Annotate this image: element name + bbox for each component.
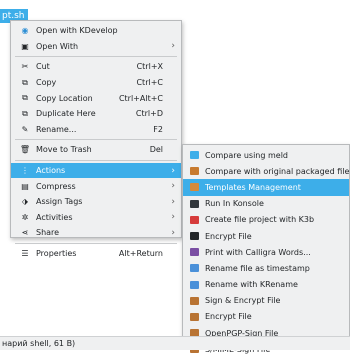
submenu-arrow-icon: › xyxy=(171,165,175,176)
menu-item-actions[interactable]: ⋮ Actions › xyxy=(11,162,181,179)
menu-item-copy-location[interactable]: ⧉ Copy Location Ctrl+Alt+C xyxy=(11,90,181,106)
submenu-item-label: Compare with original packaged file xyxy=(205,166,349,176)
krename-icon xyxy=(189,280,199,290)
submenu-item-encrypt-file[interactable]: Encrypt File xyxy=(183,228,349,244)
copy-icon: ⧉ xyxy=(22,77,28,87)
submenu-item-label: Print with Calligra Words... xyxy=(205,247,311,257)
duplicate-icon: ⧉ xyxy=(22,108,28,118)
menu-item-label: Share xyxy=(36,228,60,238)
submenu-item-label: Create file project with K3b xyxy=(205,215,315,225)
menu-item-label: Compress xyxy=(36,181,76,191)
open-with-icon: ▣ xyxy=(21,41,29,51)
menu-item-move-to-trash[interactable]: 🗑 Move to Trash Del xyxy=(11,142,181,158)
scissors-icon: ✂ xyxy=(21,62,29,72)
menu-separator xyxy=(15,159,177,161)
menu-item-shortcut: Del xyxy=(149,145,163,155)
menu-item-label: Open With xyxy=(36,41,79,51)
menu-item-label: Rename... xyxy=(36,124,77,134)
k3b-icon xyxy=(189,215,199,225)
menu-item-rename[interactable]: ✎ Rename... F2 xyxy=(11,122,181,138)
menu-item-label: Copy Location xyxy=(36,93,93,103)
menu-item-shortcut: Ctrl+C xyxy=(136,78,163,88)
menu-item-label: Duplicate Here xyxy=(36,109,96,119)
submenu-item-label: Rename file as timestamp xyxy=(205,263,310,273)
lock-icon xyxy=(189,231,199,241)
submenu-item-label: Sign & Encrypt File xyxy=(205,296,281,306)
status-text: нарий shell, 61 B) xyxy=(2,339,76,348)
menu-item-label: Assign Tags xyxy=(36,197,83,207)
submenu-item-rename-file-as-timestamp[interactable]: Rename file as timestamp xyxy=(183,260,349,276)
menu-item-label: Move to Trash xyxy=(36,145,92,155)
submenu-arrow-icon: › xyxy=(171,212,175,223)
activities-icon: ✲ xyxy=(21,212,29,222)
menu-item-label: Properties xyxy=(36,249,77,259)
menu-separator xyxy=(15,242,177,244)
menu-item-cut[interactable]: ✂ Cut Ctrl+X xyxy=(11,59,181,75)
submenu-arrow-icon: › xyxy=(171,196,175,207)
submenu-item-label: Rename with KRename xyxy=(205,280,298,290)
submenu-item-label: Templates Management xyxy=(205,182,301,192)
rename-icon: ✎ xyxy=(21,124,29,134)
compress-icon: ▤ xyxy=(21,181,29,191)
calligra-icon xyxy=(189,247,199,257)
submenu-item-label: Encrypt File xyxy=(205,231,252,241)
submenu-item-label: Compare using meld xyxy=(205,150,288,160)
menu-item-shortcut: Alt+Return xyxy=(118,249,163,259)
menu-item-shortcut: F2 xyxy=(153,124,163,134)
menu-separator xyxy=(15,56,177,58)
meld-icon xyxy=(189,150,199,160)
submenu-item-encrypt-file[interactable]: Encrypt File xyxy=(183,309,349,325)
package-compare-icon xyxy=(189,166,199,176)
menu-item-compress[interactable]: ▤ Compress › xyxy=(11,178,181,194)
sign-encrypt-icon xyxy=(189,296,199,306)
menu-item-label: Open with KDevelop xyxy=(36,26,118,36)
actions-icon: ⋮ xyxy=(21,166,29,176)
menu-item-open-with[interactable]: ▣ Open With › xyxy=(11,39,181,55)
submenu-item-create-file-project-with-k3b[interactable]: Create file project with K3b xyxy=(183,212,349,228)
properties-icon: ☰ xyxy=(21,249,29,259)
submenu-item-print-with-calligra-words[interactable]: Print with Calligra Words... xyxy=(183,244,349,260)
share-icon: ⋖ xyxy=(21,228,29,238)
menu-item-copy[interactable]: ⧉ Copy Ctrl+C xyxy=(11,75,181,91)
timestamp-icon xyxy=(189,263,199,273)
submenu-item-label: Run In Konsole xyxy=(205,199,264,209)
menu-item-label: Actions xyxy=(36,166,66,176)
context-menu: ◉ Open with KDevelop ▣ Open With › ✂ Cut Ctrl+X… xyxy=(10,20,182,258)
trash-icon: 🗑 xyxy=(19,145,31,155)
menu-item-label: Copy xyxy=(36,78,57,88)
copy-location-icon: ⧉ xyxy=(22,93,28,103)
menu-item-properties[interactable]: ☰ Properties Alt+Return xyxy=(11,246,181,262)
menu-item-share[interactable]: ⋖ Share › xyxy=(11,225,181,241)
submenu-item-compare-with-original-packaged-file[interactable]: Compare with original packaged file xyxy=(183,163,349,179)
menu-item-shortcut: Ctrl+D xyxy=(135,109,163,119)
submenu-item-sign-encrypt-file[interactable]: Sign & Encrypt File xyxy=(183,293,349,309)
konsole-icon xyxy=(189,199,199,209)
submenu-arrow-icon: › xyxy=(171,41,175,52)
submenu-arrow-icon: › xyxy=(171,181,175,192)
submenu-item-run-in-konsole[interactable]: Run In Konsole xyxy=(183,196,349,212)
menu-item-activities[interactable]: ✲ Activities › xyxy=(11,210,181,226)
submenu-item-label: Encrypt File xyxy=(205,312,252,322)
templates-icon xyxy=(189,182,199,192)
menu-separator xyxy=(15,139,177,141)
kdevelop-icon: ◉ xyxy=(21,26,29,36)
menu-item-duplicate-here[interactable]: ⧉ Duplicate Here Ctrl+D xyxy=(11,106,181,122)
actions-submenu: Compare using meld Compare with original … xyxy=(182,144,350,354)
submenu-item-rename-with-krename[interactable]: Rename with KRename xyxy=(183,277,349,293)
menu-item-shortcut: Ctrl+Alt+C xyxy=(118,93,163,103)
encrypt-icon xyxy=(189,312,199,322)
tag-icon: ⬗ xyxy=(21,197,29,207)
menu-item-label: Cut xyxy=(36,62,50,72)
status-bar: нарий shell, 61 B) xyxy=(0,336,350,350)
menu-item-shortcut: Ctrl+X xyxy=(136,62,163,72)
submenu-arrow-icon: › xyxy=(171,227,175,238)
menu-item-open-with-kdevelop[interactable]: ◉ Open with KDevelop xyxy=(11,23,181,39)
submenu-item-compare-using-meld[interactable]: Compare using meld xyxy=(183,147,349,163)
menu-item-assign-tags[interactable]: ⬗ Assign Tags › xyxy=(11,194,181,210)
submenu-item-templates-management[interactable]: Templates Management xyxy=(183,179,349,196)
menu-item-label: Activities xyxy=(36,212,73,222)
